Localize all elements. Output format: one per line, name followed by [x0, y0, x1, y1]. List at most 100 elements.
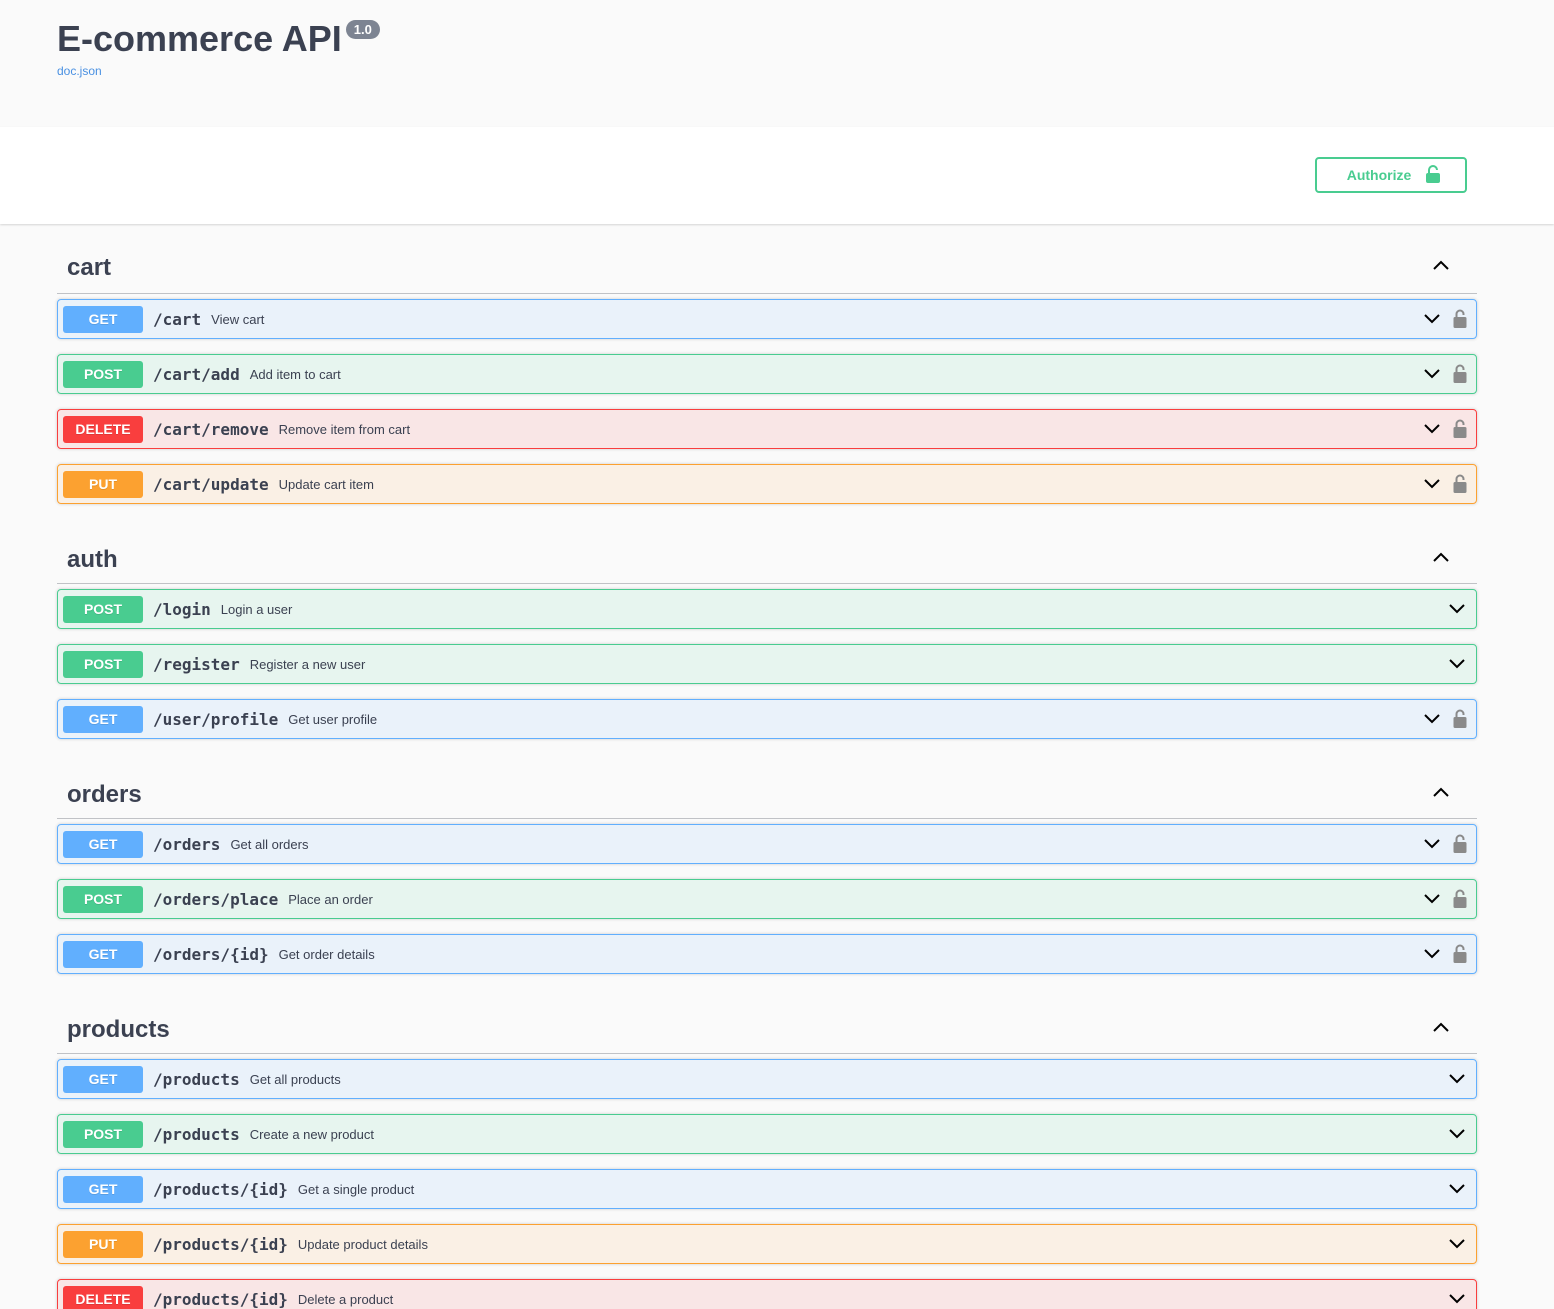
chevron-down-icon[interactable]: [1422, 834, 1442, 854]
method-badge: PUT: [63, 1230, 143, 1258]
chevron-up-icon[interactable]: [1431, 255, 1451, 275]
operation-row[interactable]: DELETE/cart/remove Remove item from cart: [57, 409, 1477, 449]
chevron-up-icon[interactable]: [1431, 1017, 1451, 1037]
tag-header-cart[interactable]: cart: [57, 224, 1477, 294]
operation-summary: Create a new product: [249, 1126, 374, 1142]
operation-row[interactable]: DELETE/products/{id} Delete a product: [57, 1279, 1477, 1309]
tag-section-products: products GET/products Get all products POST…: [57, 989, 1477, 1309]
operation-row[interactable]: GET/products Get all products: [57, 1059, 1477, 1099]
operation-path: /cart: [153, 309, 202, 329]
operation-path: /orders/place: [153, 889, 279, 909]
chevron-down-icon[interactable]: [1447, 1069, 1467, 1089]
method-badge: DELETE: [63, 415, 143, 443]
operation-summary: Update cart item: [278, 476, 374, 492]
method-badge: GET: [63, 705, 143, 733]
authorize-label: Authorize: [1346, 167, 1412, 183]
tag-header-auth[interactable]: auth: [57, 519, 1477, 584]
scheme-container: Authorize: [0, 127, 1554, 224]
operation-path: /products: [153, 1124, 240, 1144]
chevron-down-icon[interactable]: [1447, 599, 1467, 619]
operation-row[interactable]: POST/login Login a user: [57, 589, 1477, 629]
operation-path: /orders/{id}: [153, 944, 269, 964]
chevron-down-icon[interactable]: [1422, 419, 1442, 439]
operation-summary: Register a new user: [249, 656, 366, 672]
chevron-down-icon[interactable]: [1447, 1234, 1467, 1254]
operation-summary: Get all products: [249, 1071, 341, 1087]
chevron-up-icon[interactable]: [1431, 547, 1451, 567]
operation-path: /cart/remove: [153, 419, 269, 439]
lock-icon[interactable]: [1452, 364, 1468, 384]
lock-icon[interactable]: [1452, 889, 1468, 909]
operation-summary: Get order details: [278, 946, 375, 962]
chevron-down-icon[interactable]: [1422, 309, 1442, 329]
method-badge: GET: [63, 1065, 143, 1093]
operation-summary: Update product details: [297, 1236, 428, 1252]
method-badge: GET: [63, 305, 143, 333]
operations-wrapper: cart GET/cart View cart POST/cart/add Add it…: [0, 224, 1554, 1309]
method-badge: POST: [63, 1120, 143, 1148]
tag-title[interactable]: products: [67, 998, 170, 1044]
doc-json-link[interactable]: doc.json: [57, 64, 102, 78]
operation-row[interactable]: POST/cart/add Add item to cart: [57, 354, 1477, 394]
operation-row[interactable]: POST/register Register a new user: [57, 644, 1477, 684]
operation-row[interactable]: PUT/products/{id} Update product details: [57, 1224, 1477, 1264]
lock-icon[interactable]: [1452, 709, 1468, 729]
operation-row[interactable]: POST/products Create a new product: [57, 1114, 1477, 1154]
tag-title[interactable]: auth: [67, 528, 118, 574]
method-badge: DELETE: [63, 1285, 143, 1309]
lock-icon[interactable]: [1452, 474, 1468, 494]
lock-icon[interactable]: [1452, 834, 1468, 854]
lock-icon[interactable]: [1452, 944, 1468, 964]
operation-row[interactable]: POST/orders/place Place an order: [57, 879, 1477, 919]
chevron-down-icon[interactable]: [1447, 1289, 1467, 1309]
method-badge: PUT: [63, 470, 143, 498]
method-badge: POST: [63, 650, 143, 678]
tag-title[interactable]: cart: [67, 236, 111, 282]
tag-header-orders[interactable]: orders: [57, 754, 1477, 819]
chevron-down-icon[interactable]: [1447, 1179, 1467, 1199]
operation-summary: Add item to cart: [249, 366, 341, 382]
chevron-down-icon[interactable]: [1422, 889, 1442, 909]
title-row: E-commerce API 1.0: [57, 18, 1497, 60]
tag-section-auth: auth POST/login Login a user POST/register R…: [57, 519, 1477, 739]
method-badge: POST: [63, 595, 143, 623]
operation-path: /cart/update: [153, 474, 269, 494]
tag-header-products[interactable]: products: [57, 989, 1477, 1054]
operation-summary: Place an order: [288, 891, 373, 907]
operation-path: /products: [153, 1069, 240, 1089]
operation-summary: Remove item from cart: [278, 421, 411, 437]
tag-title[interactable]: orders: [67, 763, 142, 809]
operation-summary: Get all orders: [230, 836, 309, 852]
operation-row[interactable]: GET/products/{id} Get a single product: [57, 1169, 1477, 1209]
method-badge: GET: [63, 830, 143, 858]
lock-icon[interactable]: [1452, 309, 1468, 329]
unlock-icon: [1425, 164, 1441, 186]
api-info-header: E-commerce API 1.0 doc.json: [0, 0, 1554, 127]
method-badge: GET: [63, 940, 143, 968]
operation-summary: Get a single product: [297, 1181, 415, 1197]
operation-row[interactable]: GET/cart View cart: [57, 299, 1477, 339]
lock-icon[interactable]: [1452, 419, 1468, 439]
tag-section-cart: cart GET/cart View cart POST/cart/add Add it…: [57, 224, 1477, 504]
chevron-up-icon[interactable]: [1431, 782, 1451, 802]
operation-row[interactable]: GET/orders/{id} Get order details: [57, 934, 1477, 974]
authorize-button[interactable]: Authorize: [1315, 157, 1467, 193]
chevron-down-icon[interactable]: [1422, 474, 1442, 494]
operation-summary: View cart: [211, 311, 265, 327]
operation-row[interactable]: PUT/cart/update Update cart item: [57, 464, 1477, 504]
api-title: E-commerce API: [57, 18, 342, 59]
operation-path: /products/{id}: [153, 1179, 288, 1199]
operation-path: /login: [153, 599, 211, 619]
operation-path: /products/{id}: [153, 1234, 288, 1254]
operation-summary: Delete a product: [297, 1291, 394, 1307]
chevron-down-icon[interactable]: [1447, 1124, 1467, 1144]
method-badge: GET: [63, 1175, 143, 1203]
method-badge: POST: [63, 885, 143, 913]
chevron-down-icon[interactable]: [1422, 944, 1442, 964]
operation-row[interactable]: GET/orders Get all orders: [57, 824, 1477, 864]
chevron-down-icon[interactable]: [1422, 364, 1442, 384]
chevron-down-icon[interactable]: [1447, 654, 1467, 674]
operation-summary: Login a user: [220, 601, 293, 617]
chevron-down-icon[interactable]: [1422, 709, 1442, 729]
operation-row[interactable]: GET/user/profile Get user profile: [57, 699, 1477, 739]
